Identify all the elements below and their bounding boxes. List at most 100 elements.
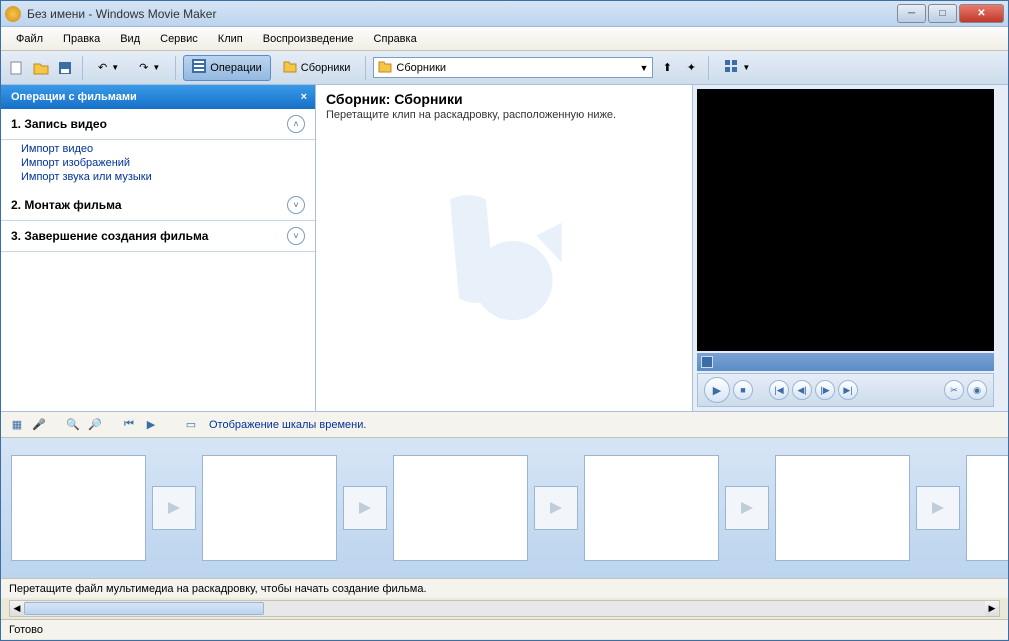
main-area: Операции с фильмами × 1. Запись видео ˄ … (1, 85, 1008, 412)
collections-button[interactable]: Сборники (275, 55, 359, 81)
separator (365, 56, 366, 80)
menu-play[interactable]: Воспроизведение (254, 30, 363, 48)
status-text: Готово (9, 624, 43, 636)
task-pane: Операции с фильмами × 1. Запись видео ˄ … (1, 85, 316, 411)
storyboard-thumb[interactable] (11, 455, 146, 561)
toolbar: ↶▼ ↷▼ Операции Сборники Сборники ▼ ⬆ ✦ ▼ (1, 51, 1008, 85)
storyboard-slot[interactable] (775, 455, 960, 561)
storyboard-thumb[interactable] (775, 455, 910, 561)
scroll-left-icon[interactable]: ◀ (10, 601, 24, 616)
redo-button[interactable]: ↷▼ (131, 55, 168, 81)
transition-slot[interactable] (152, 486, 196, 530)
prev-clip-button[interactable]: |◀ (769, 380, 789, 400)
status-bar: Готово (1, 619, 1008, 639)
close-button[interactable]: ✕ (959, 4, 1004, 23)
undo-icon: ↶ (98, 61, 107, 74)
chevron-down-icon[interactable]: ˅ (287, 227, 305, 245)
transition-slot[interactable] (343, 486, 387, 530)
play-timeline-icon[interactable]: ▶ (143, 417, 159, 433)
play-button[interactable]: ▶ (704, 377, 730, 403)
maximize-button[interactable]: □ (928, 4, 957, 23)
timeline-label[interactable]: Отображение шкалы времени. (209, 419, 366, 431)
chevron-down-icon[interactable]: ˅ (287, 196, 305, 214)
timeline-view-icon[interactable]: ▦ (9, 417, 25, 433)
content-title: Сборник: Сборники (326, 91, 682, 107)
task-section-1[interactable]: 1. Запись видео ˄ (1, 109, 315, 140)
chevron-up-icon[interactable]: ˄ (287, 115, 305, 133)
new-project-icon[interactable] (7, 58, 27, 78)
storyboard-thumb[interactable] (966, 455, 1008, 561)
chevron-down-icon: ▼ (639, 63, 648, 73)
undo-button[interactable]: ↶▼ (90, 55, 127, 81)
tasks-icon (192, 59, 206, 76)
task-section-2[interactable]: 2. Монтаж фильма ˅ (1, 190, 315, 221)
task-section-3[interactable]: 3. Завершение создания фильма ˅ (1, 221, 315, 252)
task-links: Импорт видео Импорт изображений Импорт з… (1, 140, 315, 190)
title-bar[interactable]: Без имени - Windows Movie Maker ─ □ ✕ (1, 1, 1008, 27)
zoom-in-icon[interactable]: 🔍 (65, 417, 81, 433)
zoom-out-icon[interactable]: 🔎 (87, 417, 103, 433)
section-title: 3. Завершение создания фильма (11, 229, 287, 243)
link-import-video[interactable]: Импорт видео (21, 142, 315, 156)
narrate-icon[interactable]: 🎤 (31, 417, 47, 433)
up-level-icon[interactable]: ⬆ (657, 58, 677, 78)
transition-slot[interactable] (916, 486, 960, 530)
app-icon (5, 6, 21, 22)
hint-text: Перетащите файл мультимедиа на раскадров… (9, 583, 427, 595)
menu-edit[interactable]: Правка (54, 30, 109, 48)
storyboard-thumb[interactable] (393, 455, 528, 561)
save-icon[interactable] (55, 58, 75, 78)
next-clip-button[interactable]: ▶| (838, 380, 858, 400)
menu-bar: Файл Правка Вид Сервис Клип Воспроизведе… (1, 27, 1008, 51)
task-pane-header: Операции с фильмами × (1, 85, 315, 109)
frame-fwd-button[interactable]: |▶ (815, 380, 835, 400)
minimize-button[interactable]: ─ (897, 4, 926, 23)
transition-slot[interactable] (534, 486, 578, 530)
storyboard-slot[interactable] (966, 455, 1008, 561)
collections-combo[interactable]: Сборники ▼ (373, 57, 653, 78)
redo-icon: ↷ (139, 61, 148, 74)
storyboard-thumb[interactable] (202, 455, 337, 561)
menu-clip[interactable]: Клип (209, 30, 252, 48)
storyboard-slot[interactable] (584, 455, 769, 561)
tasks-button[interactable]: Операции (183, 55, 270, 81)
seek-thumb-icon[interactable] (701, 356, 713, 368)
menu-help[interactable]: Справка (365, 30, 426, 48)
preview-seek-bar[interactable] (697, 353, 994, 371)
scroll-right-icon[interactable]: ▶ (985, 601, 999, 616)
link-import-audio[interactable]: Импорт звука или музыки (21, 170, 315, 184)
frame-back-button[interactable]: ◀| (792, 380, 812, 400)
combo-value: Сборники (396, 62, 446, 74)
section-title: 1. Запись видео (11, 117, 287, 131)
preview-pane: ▶ ■ |◀ ◀| |▶ ▶| ✂ ◉ (692, 85, 1008, 411)
collections-label: Сборники (301, 62, 351, 74)
storyboard-icon: ▭ (183, 417, 199, 433)
new-folder-icon[interactable]: ✦ (681, 58, 701, 78)
storyboard-slot[interactable] (11, 455, 196, 561)
close-icon[interactable]: × (301, 91, 307, 103)
folder-icon (378, 59, 392, 76)
storyboard-slot[interactable] (393, 455, 578, 561)
split-button[interactable]: ✂ (944, 380, 964, 400)
storyboard[interactable] (1, 438, 1008, 578)
horizontal-scrollbar[interactable]: ◀ ▶ (9, 600, 1000, 617)
open-icon[interactable] (31, 58, 51, 78)
storyboard-slot[interactable] (202, 455, 387, 561)
menu-tools[interactable]: Сервис (151, 30, 207, 48)
separator (175, 56, 176, 80)
snapshot-button[interactable]: ◉ (967, 380, 987, 400)
transition-slot[interactable] (725, 486, 769, 530)
scroll-thumb[interactable] (24, 602, 264, 615)
menu-file[interactable]: Файл (7, 30, 52, 48)
stop-button[interactable]: ■ (733, 380, 753, 400)
preview-video (697, 89, 994, 351)
view-mode-button[interactable]: ▼ (716, 55, 758, 81)
content-pane: Сборник: Сборники Перетащите клип на рас… (316, 85, 692, 411)
menu-view[interactable]: Вид (111, 30, 149, 48)
folder-icon (283, 59, 297, 76)
watermark-filmreel-icon (414, 173, 594, 356)
storyboard-thumb[interactable] (584, 455, 719, 561)
grid-icon (724, 59, 738, 76)
link-import-images[interactable]: Импорт изображений (21, 156, 315, 170)
rewind-icon[interactable]: ⏮ (121, 417, 137, 433)
